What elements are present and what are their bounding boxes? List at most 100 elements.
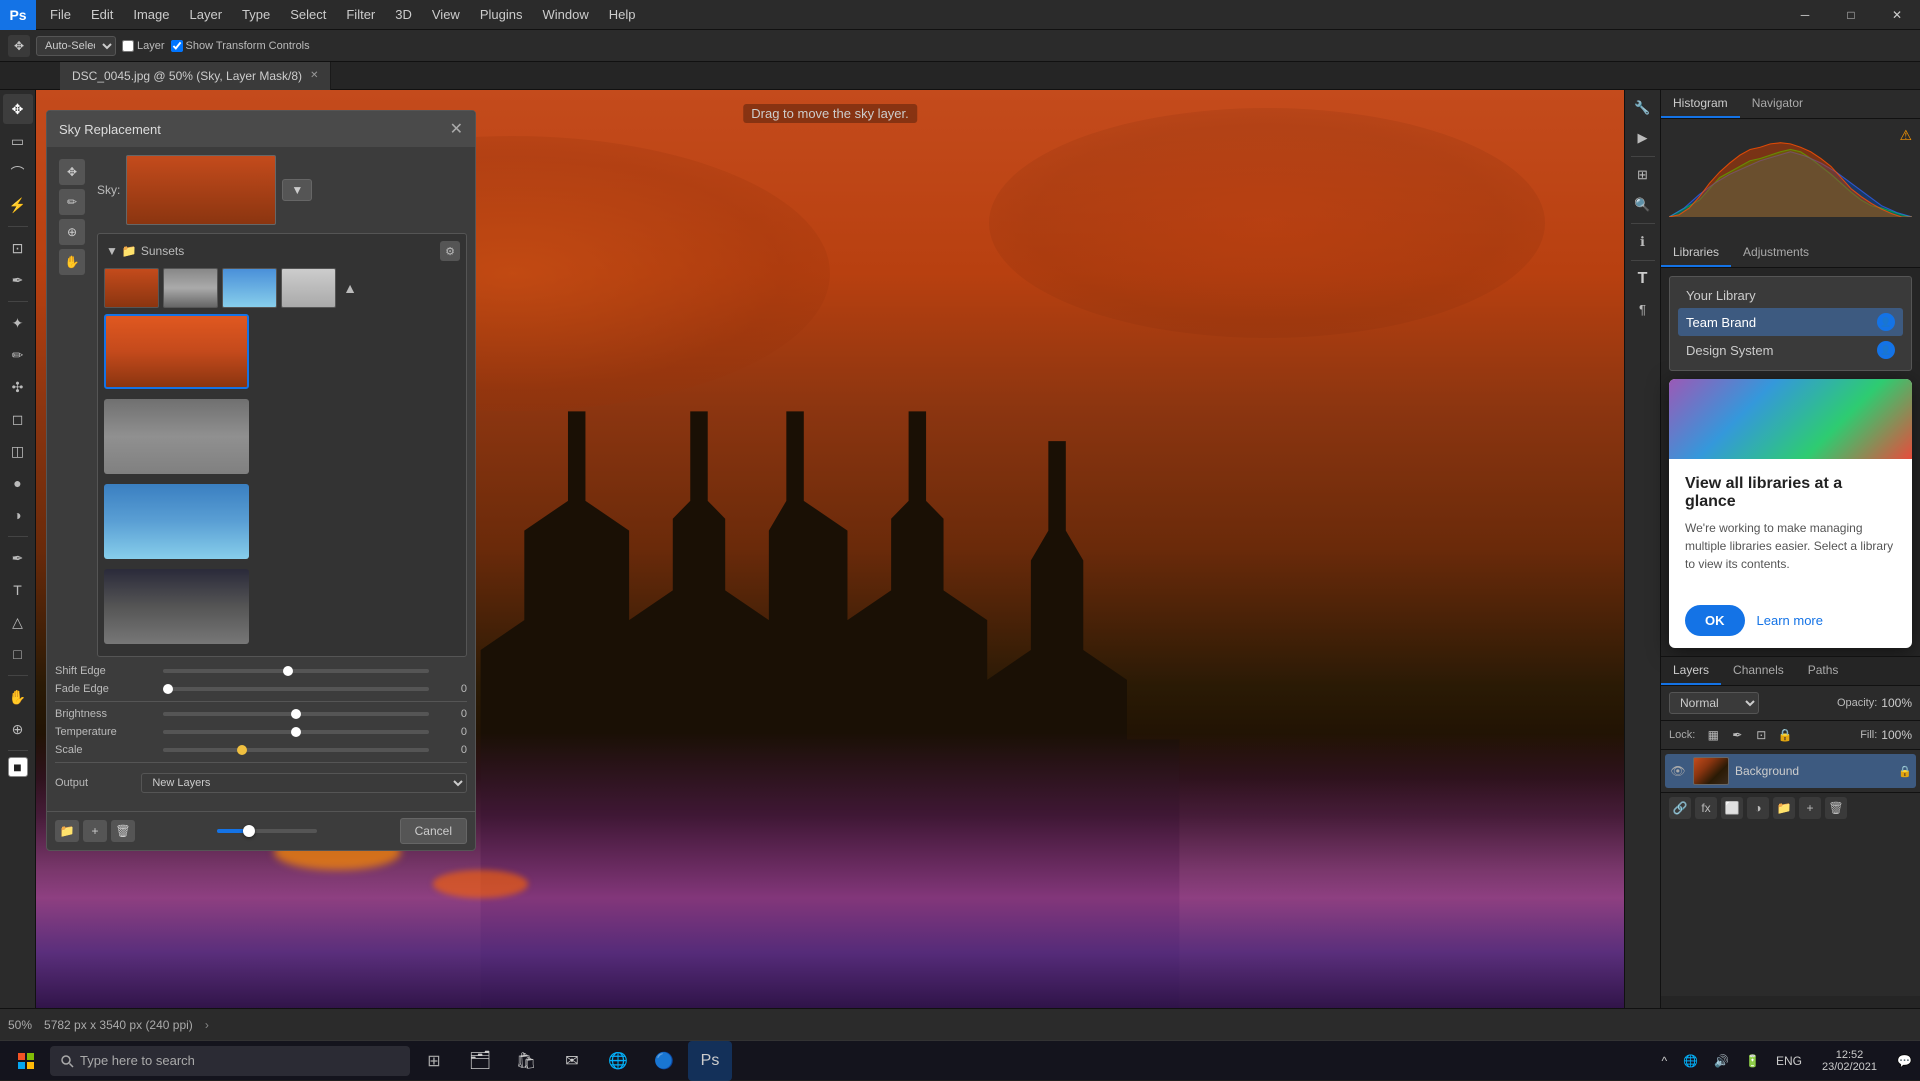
menu-select[interactable]: Select	[280, 0, 336, 30]
menu-view[interactable]: View	[422, 0, 470, 30]
eraser-tool[interactable]: ◻	[3, 404, 33, 434]
doc-tab[interactable]: DSC_0045.jpg @ 50% (Sky, Layer Mask/8) ✕	[60, 62, 331, 90]
layer-visibility-icon[interactable]: 👁	[1669, 762, 1687, 780]
lock-all-icon[interactable]: 🔒	[1775, 725, 1795, 745]
popover-learn-more-link[interactable]: Learn more	[1757, 613, 1823, 628]
tool-preset-btn[interactable]: ✥	[8, 35, 30, 57]
tab-navigator[interactable]: Navigator	[1740, 90, 1815, 118]
sky-scroll-up-icon[interactable]: ▲	[340, 268, 360, 308]
create-adjustment-layer-icon[interactable]: ◑	[1747, 797, 1769, 819]
tool-mode-select[interactable]: Auto-Select	[36, 36, 116, 56]
timeline-icon[interactable]: ▶	[1629, 124, 1657, 152]
layer-checkbox[interactable]	[122, 40, 134, 52]
create-layer-icon[interactable]: +	[1799, 797, 1821, 819]
tray-battery-icon[interactable]: 🔋	[1741, 1054, 1764, 1068]
dodge-tool[interactable]: ◑	[3, 500, 33, 530]
eyedropper-tool[interactable]: ✒	[3, 265, 33, 295]
sky-thumb-1[interactable]	[104, 268, 159, 308]
sky-dialog-header[interactable]: Sky Replacement ✕	[47, 111, 475, 147]
tab-close-icon[interactable]: ✕	[310, 70, 318, 81]
mail-button[interactable]: ✉	[550, 1041, 594, 1081]
type-tool[interactable]: T	[3, 575, 33, 605]
tray-show-hidden[interactable]: ^	[1657, 1054, 1671, 1068]
opacity-value[interactable]: 100%	[1881, 696, 1912, 710]
sky-scroll-area[interactable]	[104, 314, 460, 650]
sky-hand-tool[interactable]: ✋	[59, 249, 85, 275]
arrange-icon[interactable]: ⊞	[1629, 161, 1657, 189]
maximize-button[interactable]: □	[1828, 0, 1874, 30]
temperature-slider[interactable]	[163, 730, 429, 734]
edge-button[interactable]: 🌐	[596, 1041, 640, 1081]
sky-delete-btn[interactable]: 🗑	[111, 820, 135, 842]
zoom-tool[interactable]: ⊕	[3, 714, 33, 744]
sky-thumb-3[interactable]	[222, 268, 277, 308]
move-tool[interactable]: ✥	[3, 94, 33, 124]
menu-3d[interactable]: 3D	[385, 0, 422, 30]
tab-libraries[interactable]: Libraries	[1661, 239, 1731, 267]
menu-filter[interactable]: Filter	[336, 0, 385, 30]
photoshop-taskbar-button[interactable]: Ps	[688, 1041, 732, 1081]
sky-dropdown-button[interactable]: ▼	[282, 179, 312, 201]
link-layers-icon[interactable]: 🔗	[1669, 797, 1691, 819]
tab-paths[interactable]: Paths	[1796, 657, 1851, 685]
menu-edit[interactable]: Edit	[81, 0, 123, 30]
notification-icon[interactable]: 💬	[1893, 1054, 1916, 1068]
sky-move-tool[interactable]: ✥	[59, 159, 85, 185]
team-brand-item[interactable]: Team Brand 👤	[1678, 308, 1903, 336]
lock-position-icon[interactable]: ✒	[1727, 725, 1747, 745]
system-clock[interactable]: 12:52 23/02/2021	[1814, 1049, 1885, 1073]
info-icon[interactable]: ℹ	[1629, 228, 1657, 256]
gradient-tool[interactable]: ◫	[3, 436, 33, 466]
lock-pixels-icon[interactable]: ▦	[1703, 725, 1723, 745]
tray-network-icon[interactable]: 🌐	[1679, 1054, 1702, 1068]
sunsets-folder[interactable]: ▼ 📁 Sunsets	[104, 240, 186, 262]
menu-help[interactable]: Help	[599, 0, 646, 30]
sky-thumb-2[interactable]	[163, 268, 218, 308]
brush-tool[interactable]: ✏	[3, 340, 33, 370]
design-system-item[interactable]: Design System 👤	[1678, 336, 1903, 364]
crop-tool[interactable]: ⊡	[3, 233, 33, 263]
type-icon[interactable]: T	[1629, 265, 1657, 293]
clone-tool[interactable]: ✣	[3, 372, 33, 402]
create-group-icon[interactable]: 📁	[1773, 797, 1795, 819]
transform-checkbox[interactable]	[171, 40, 183, 52]
sky-dialog-close-icon[interactable]: ✕	[450, 119, 463, 139]
spot-heal-tool[interactable]: ✦	[3, 308, 33, 338]
menu-image[interactable]: Image	[123, 0, 179, 30]
sky-output-select[interactable]: New Layers Duplicate Layer	[141, 773, 467, 793]
path-select-tool[interactable]: △	[3, 607, 33, 637]
menu-file[interactable]: File	[40, 0, 81, 30]
menu-plugins[interactable]: Plugins	[470, 0, 533, 30]
sky-large-thumb-4[interactable]	[104, 569, 249, 644]
fill-value[interactable]: 100%	[1881, 728, 1912, 742]
sky-thumb-4[interactable]	[281, 268, 336, 308]
tab-layers[interactable]: Layers	[1661, 657, 1721, 685]
add-mask-icon[interactable]: ⬜	[1721, 797, 1743, 819]
start-button[interactable]	[4, 1041, 48, 1081]
popover-ok-button[interactable]: OK	[1685, 605, 1745, 636]
foreground-color[interactable]: ■	[8, 757, 28, 777]
store-button[interactable]: 🛍	[504, 1041, 548, 1081]
lasso-tool[interactable]: ⌒	[3, 158, 33, 188]
tray-volume-icon[interactable]: 🔊	[1710, 1054, 1733, 1068]
pen-tool[interactable]: ✒	[3, 543, 33, 573]
sky-zoom-tool[interactable]: ⊕	[59, 219, 85, 245]
paragraph-icon[interactable]: ¶	[1629, 295, 1657, 323]
tool-preset-icon[interactable]: 🔧	[1629, 94, 1657, 122]
sky-large-thumb-2[interactable]	[104, 399, 249, 474]
sky-folder-btn[interactable]: 📁	[55, 820, 79, 842]
sky-large-thumb-1[interactable]	[104, 314, 249, 389]
shape-tool[interactable]: □	[3, 639, 33, 669]
close-button[interactable]: ✕	[1874, 0, 1920, 30]
task-view-button[interactable]: ⊞	[412, 1041, 456, 1081]
lock-artboards-icon[interactable]: ⊡	[1751, 725, 1771, 745]
scale-slider[interactable]	[163, 748, 429, 752]
add-layer-style-icon[interactable]: fx	[1695, 797, 1717, 819]
taskbar-search-bar[interactable]: Type here to search	[50, 1046, 410, 1076]
tab-histogram[interactable]: Histogram	[1661, 90, 1740, 118]
blur-tool[interactable]: ●	[3, 468, 33, 498]
menu-window[interactable]: Window	[532, 0, 598, 30]
chrome-button[interactable]: 🔵	[642, 1041, 686, 1081]
background-layer-row[interactable]: 👁 Background 🔒	[1665, 754, 1916, 788]
tab-channels[interactable]: Channels	[1721, 657, 1796, 685]
